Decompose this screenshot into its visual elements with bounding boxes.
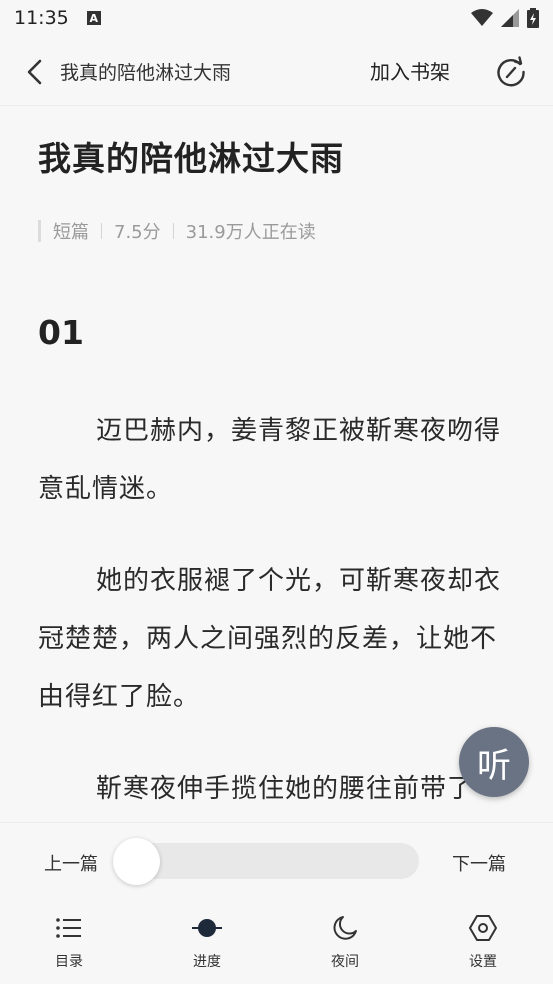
tab-label: 进度 [193, 954, 221, 970]
next-chapter-button[interactable]: 下一篇 [452, 850, 506, 876]
top-nav-bar: 我真的陪他淋过大雨 加入书架 [0, 38, 553, 106]
tab-label: 设置 [469, 954, 497, 970]
prev-chapter-button[interactable]: 上一篇 [44, 850, 98, 876]
tab-settings[interactable]: 设置 [453, 913, 513, 971]
signal-icon [501, 9, 519, 27]
meta-divider [101, 223, 102, 239]
reading-content[interactable]: 我真的陪他淋过大雨 短篇 7.5分 31.9万人正在读 01 迈巴赫内，姜青黎正… [38, 106, 518, 822]
back-arrow-icon[interactable] [24, 58, 46, 86]
nav-title: 我真的陪他淋过大雨 [60, 62, 232, 84]
add-to-shelf-button[interactable]: 加入书架 [370, 56, 450, 85]
tab-progress[interactable]: 进度 [177, 913, 237, 971]
bottom-control-panel: 上一篇 下一篇 目录 进度 夜间 设置 [0, 822, 553, 984]
tab-label: 目录 [55, 954, 83, 970]
list-icon [56, 918, 81, 938]
progress-slider-thumb[interactable] [113, 838, 160, 885]
book-category: 短篇 [53, 222, 89, 243]
progress-track[interactable] [115, 843, 419, 879]
book-title: 我真的陪他淋过大雨 [38, 139, 344, 178]
chapter-heading: 01 [38, 313, 84, 352]
paragraph: 迈巴赫内，姜青黎正被靳寒夜吻得意乱情迷。 [38, 416, 502, 504]
status-time: 11:35 [14, 7, 69, 29]
moon-icon [333, 916, 357, 940]
meta-divider [172, 223, 174, 239]
settings-icon [469, 915, 497, 941]
meta-accent-bar [38, 220, 41, 242]
book-meta: 短篇 7.5分 31.9万人正在读 [38, 219, 316, 243]
wifi-icon [471, 9, 493, 26]
paragraph: 靳寒夜伸手揽住她的腰往前带了 [96, 774, 475, 804]
battery-icon [527, 8, 539, 28]
refresh-icon[interactable] [494, 55, 528, 89]
tab-night[interactable]: 夜间 [315, 913, 375, 971]
status-bar: 11:35 A [0, 0, 553, 36]
tab-label: 夜间 [331, 954, 359, 970]
listen-button[interactable]: 听 [459, 727, 529, 797]
tab-catalog[interactable]: 目录 [39, 913, 99, 971]
progress-icon [192, 919, 222, 937]
book-rating: 7.5分 [114, 222, 161, 243]
notification-icon: A [86, 11, 101, 25]
paragraph: 她的衣服褪了个光，可靳寒夜却衣冠楚楚，两人之间强烈的反差，让她不由得红了脸。 [38, 566, 502, 712]
book-readers: 31.9万人正在读 [185, 222, 316, 243]
